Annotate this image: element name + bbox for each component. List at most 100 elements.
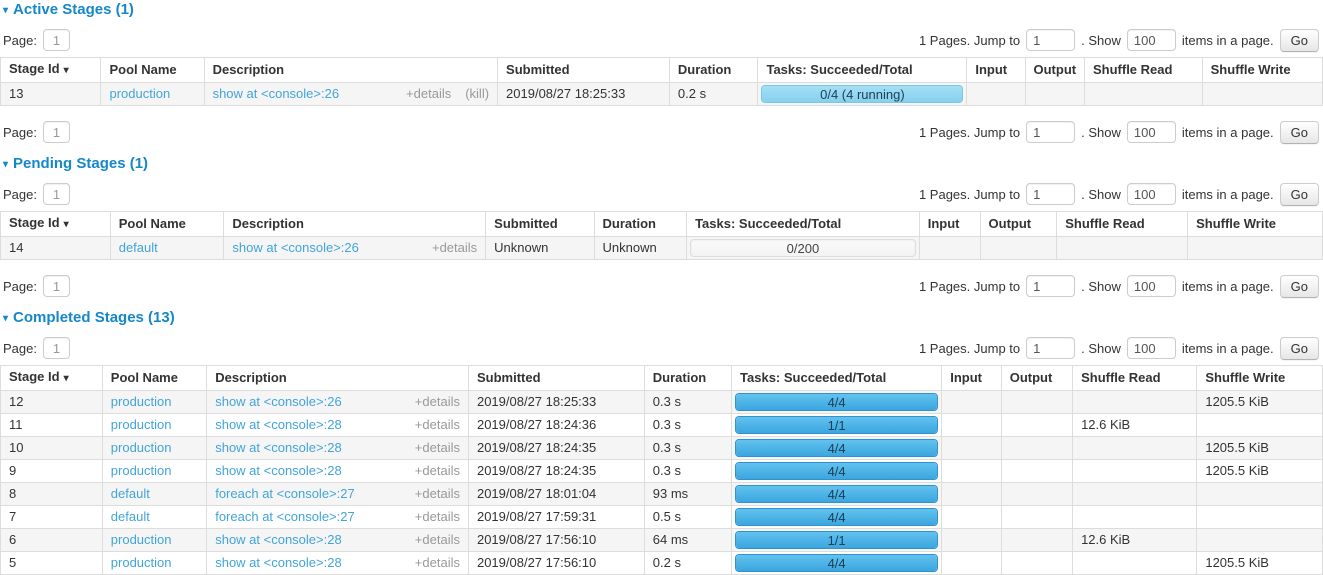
pool-name-link[interactable]: production	[111, 463, 172, 478]
tasks-cell: 4/4	[732, 460, 942, 483]
column-header-input[interactable]: Input	[942, 366, 1001, 391]
items-per-page-text: items in a page.	[1182, 33, 1274, 48]
column-header-stage-id[interactable]: Stage Id▾	[1, 366, 103, 391]
tasks-cell: 1/1	[732, 529, 942, 552]
column-header-shuffle-write[interactable]: Shuffle Write	[1188, 212, 1323, 237]
completed-stages-top-jump-to-input[interactable]	[1026, 337, 1075, 359]
column-header-pool-name[interactable]: Pool Name	[102, 366, 206, 391]
pending-stages-top-page-input[interactable]	[43, 183, 70, 205]
column-header-tasks-succeeded-total[interactable]: Tasks: Succeeded/Total	[732, 366, 942, 391]
pool-name-link[interactable]: production	[111, 440, 172, 455]
pool-name-link[interactable]: production	[111, 417, 172, 432]
column-header-shuffle-write[interactable]: Shuffle Write	[1202, 58, 1322, 83]
column-header-stage-id[interactable]: Stage Id▾	[1, 212, 111, 237]
column-header-shuffle-read[interactable]: Shuffle Read	[1057, 212, 1188, 237]
column-header-pool-name[interactable]: Pool Name	[110, 212, 224, 237]
active-stages-top-go-button[interactable]: Go	[1280, 29, 1319, 52]
column-header-duration[interactable]: Duration	[644, 366, 731, 391]
tasks-progress-label: 4/4	[736, 555, 937, 571]
pending-stages-top-go-button[interactable]: Go	[1280, 183, 1319, 206]
completed-stages-top-go-button[interactable]: Go	[1280, 337, 1319, 360]
column-header-input[interactable]: Input	[967, 58, 1025, 83]
column-header-stage-id[interactable]: Stage Id▾	[1, 58, 101, 83]
pool-name-link[interactable]: production	[109, 86, 170, 101]
pool-name-link[interactable]: production	[111, 394, 172, 409]
description-link[interactable]: foreach at <console>:27	[215, 509, 355, 525]
pool-name-link[interactable]: production	[111, 532, 172, 547]
column-header-pool-name[interactable]: Pool Name	[101, 58, 204, 83]
show-text: . Show	[1081, 33, 1121, 48]
pool-name-link[interactable]: production	[111, 555, 172, 570]
column-header-output[interactable]: Output	[1025, 58, 1084, 83]
description-link[interactable]: show at <console>:28	[215, 440, 341, 456]
pending-stages-bottom-jump-to-input[interactable]	[1026, 275, 1075, 297]
pool-name-link[interactable]: default	[119, 240, 158, 255]
details-link[interactable]: +details	[415, 417, 460, 433]
description-cell: show at <console>:28 +details	[207, 529, 469, 552]
table-header-row: Stage Id▾ Pool Name Description SubmittedDu…	[1, 212, 1323, 237]
details-link[interactable]: +details	[415, 440, 460, 456]
active-stages-top-show-count-input[interactable]	[1127, 29, 1176, 51]
completed-stages-top-page-row: Page:1 Pages. Jump to. Showitems in a pa…	[3, 335, 1319, 361]
column-header-shuffle-write[interactable]: Shuffle Write	[1197, 366, 1323, 391]
column-header-submitted[interactable]: Submitted	[486, 212, 594, 237]
details-link[interactable]: +details	[415, 486, 460, 502]
completed-stages-top-show-count-input[interactable]	[1127, 337, 1176, 359]
details-link[interactable]: +details	[406, 86, 451, 102]
description-link[interactable]: show at <console>:26	[213, 86, 339, 102]
active-stages-bottom-show-count-input[interactable]	[1127, 121, 1176, 143]
active-stages-top-page-input[interactable]	[43, 29, 70, 51]
pool-name-cell: default	[102, 506, 206, 529]
active-stages-section-header[interactable]: ▾Active Stages (1)	[3, 2, 1323, 18]
tasks-progress-bar: 4/4	[735, 485, 938, 503]
column-header-description[interactable]: Description	[207, 366, 469, 391]
pending-stages-bottom-page-input[interactable]	[43, 275, 70, 297]
pool-name-link[interactable]: default	[111, 509, 150, 524]
description-link[interactable]: show at <console>:28	[215, 463, 341, 479]
column-header-tasks-succeeded-total[interactable]: Tasks: Succeeded/Total	[758, 58, 967, 83]
description-link[interactable]: show at <console>:26	[232, 240, 358, 256]
details-link[interactable]: +details	[415, 532, 460, 548]
completed-stages-section-header[interactable]: ▾Completed Stages (13)	[3, 310, 1323, 326]
column-header-input[interactable]: Input	[919, 212, 980, 237]
active-stages-bottom-jump-to-input[interactable]	[1026, 121, 1075, 143]
column-header-description[interactable]: Description	[224, 212, 486, 237]
shuffle-read-cell	[1073, 552, 1197, 575]
details-link[interactable]: +details	[415, 463, 460, 479]
column-header-shuffle-read[interactable]: Shuffle Read	[1084, 58, 1202, 83]
details-link[interactable]: +details	[415, 394, 460, 410]
active-stages-bottom-page-input[interactable]	[43, 121, 70, 143]
description-link[interactable]: show at <console>:28	[215, 532, 341, 548]
column-header-output[interactable]: Output	[980, 212, 1057, 237]
column-header-duration[interactable]: Duration	[669, 58, 758, 83]
column-header-label: Description	[232, 216, 304, 231]
pending-stages-top-jump-to-input[interactable]	[1026, 183, 1075, 205]
column-header-description[interactable]: Description	[204, 58, 497, 83]
column-header-output[interactable]: Output	[1001, 366, 1072, 391]
description-link[interactable]: show at <console>:28	[215, 417, 341, 433]
output-cell	[1001, 460, 1072, 483]
column-header-submitted[interactable]: Submitted	[498, 58, 670, 83]
pending-stages-section-header[interactable]: ▾Pending Stages (1)	[3, 156, 1323, 172]
description-link[interactable]: show at <console>:26	[215, 394, 341, 410]
kill-link[interactable]: (kill)	[465, 86, 489, 102]
pending-stages-top-show-count-input[interactable]	[1127, 183, 1176, 205]
details-link[interactable]: +details	[432, 240, 477, 256]
pool-name-link[interactable]: default	[111, 486, 150, 501]
column-header-duration[interactable]: Duration	[594, 212, 687, 237]
active-stages-bottom-go-button[interactable]: Go	[1280, 121, 1319, 144]
tasks-progress-label: 4/4	[736, 440, 937, 456]
pending-stages-bottom-show-count-input[interactable]	[1127, 275, 1176, 297]
details-link[interactable]: +details	[415, 509, 460, 525]
shuffle-read-cell	[1084, 83, 1202, 106]
description-link[interactable]: show at <console>:28	[215, 555, 341, 571]
active-stages-top-jump-to-input[interactable]	[1026, 29, 1075, 51]
column-header-tasks-succeeded-total[interactable]: Tasks: Succeeded/Total	[687, 212, 920, 237]
column-header-label: Pool Name	[119, 216, 186, 231]
completed-stages-top-page-input[interactable]	[43, 337, 70, 359]
details-link[interactable]: +details	[415, 555, 460, 571]
column-header-shuffle-read[interactable]: Shuffle Read	[1073, 366, 1197, 391]
description-link[interactable]: foreach at <console>:27	[215, 486, 355, 502]
column-header-submitted[interactable]: Submitted	[468, 366, 644, 391]
pending-stages-bottom-go-button[interactable]: Go	[1280, 275, 1319, 298]
